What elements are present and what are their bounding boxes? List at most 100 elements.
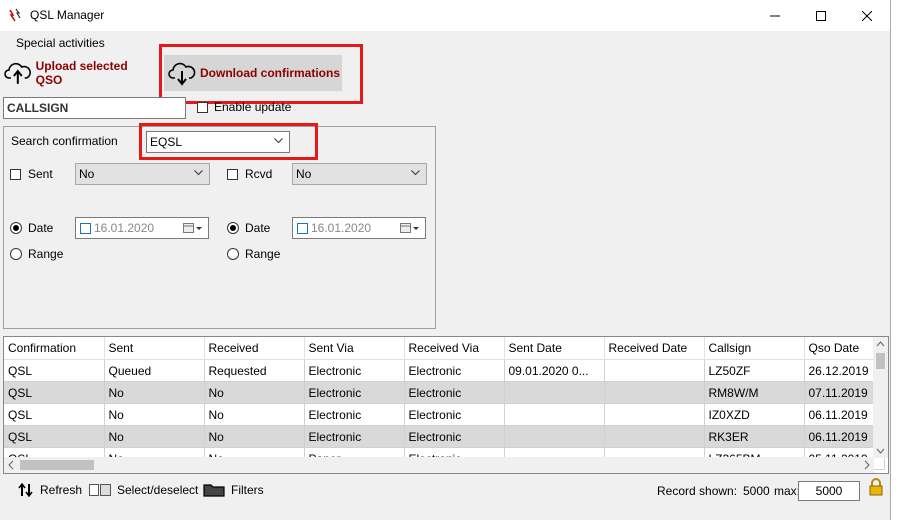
table-cell: LZ50ZF — [704, 359, 805, 382]
table-cell: RM8W/M — [704, 381, 805, 404]
toolbar: Upload selected QSO Download confirmatio… — [0, 53, 890, 93]
table-cell — [604, 381, 705, 404]
date-enable-checkbox-left[interactable] — [80, 223, 91, 234]
refresh-button[interactable]: Refresh — [18, 483, 82, 497]
calendar-icon — [183, 223, 202, 233]
table-cell: Electronic — [404, 359, 505, 382]
table-cell: QSL — [4, 425, 105, 448]
table-cell: Requested — [204, 359, 305, 382]
col-header[interactable]: Sent Date — [504, 337, 605, 360]
table-cell: Electronic — [404, 425, 505, 448]
refresh-icon — [18, 483, 33, 497]
menu-special-activities[interactable]: Special activities — [16, 36, 105, 50]
date-value-right: 16.01.2020 — [311, 221, 372, 235]
col-header[interactable]: Received Via — [404, 337, 505, 360]
table-cell: RK3ER — [704, 425, 805, 448]
search-confirmation-label: Search confirmation — [11, 134, 118, 148]
table-cell: 26.12.2019 — [804, 359, 885, 382]
rcvd-checkbox[interactable] — [227, 169, 238, 180]
cloud-upload-icon — [4, 62, 31, 84]
search-confirmation-select[interactable]: EQSL — [146, 131, 290, 153]
table-row[interactable]: QSL No No Electronic Electronic RK3ER 06… — [4, 425, 885, 448]
table-cell: QSL — [4, 403, 105, 426]
date-picker-right[interactable]: 16.01.2020 — [292, 217, 426, 239]
close-button[interactable] — [844, 0, 890, 31]
horizontal-scroll-thumb[interactable] — [20, 460, 94, 470]
date-enable-checkbox-right[interactable] — [297, 223, 308, 234]
table-row[interactable]: QSL Queued Requested Electronic Electron… — [4, 359, 885, 382]
window-title: QSL Manager — [30, 8, 105, 22]
table-cell: IZ0XZD — [704, 403, 805, 426]
record-shown-value: 5000 — [743, 484, 770, 498]
table-cell: No — [204, 381, 305, 404]
scroll-left-icon — [8, 460, 14, 470]
minimize-icon — [770, 15, 780, 16]
chevron-down-icon — [194, 170, 203, 176]
sent-checkbox[interactable] — [10, 169, 21, 180]
date-radio-right[interactable] — [227, 222, 239, 234]
col-header[interactable]: Qso Date — [804, 337, 885, 360]
upload-selected-qso-button[interactable]: Upload selected QSO — [4, 55, 156, 91]
table-cell: Electronic — [304, 403, 405, 426]
app-icon — [9, 8, 21, 22]
sent-label: Sent — [28, 167, 53, 181]
table-cell — [604, 359, 705, 382]
table-cell: 06.11.2019 — [804, 403, 885, 426]
status-bar: Refresh Select/deselect Filters Record s… — [0, 474, 890, 520]
table-cell: QSL — [4, 381, 105, 404]
callsign-field[interactable]: CALLSIGN — [3, 97, 186, 119]
table-cell: No — [104, 381, 205, 404]
col-header[interactable]: Sent — [104, 337, 205, 360]
table-row[interactable]: QSL No No Electronic Electronic RM8W/M 0… — [4, 381, 885, 404]
table-cell: No — [104, 403, 205, 426]
select-deselect-button[interactable]: Select/deselect — [89, 483, 198, 497]
table-cell — [604, 403, 705, 426]
table-cell: Electronic — [304, 359, 405, 382]
qso-grid: Confirmation Sent Received Sent Via Rece… — [3, 336, 889, 474]
scroll-up-icon — [876, 341, 885, 347]
col-header[interactable]: Callsign — [704, 337, 805, 360]
table-cell: 09.01.2020 0... — [504, 359, 605, 382]
search-confirmation-value: EQSL — [150, 135, 183, 149]
sent-select[interactable]: No — [75, 163, 210, 185]
table-header-row: Confirmation Sent Received Sent Via Rece… — [4, 337, 885, 360]
close-icon — [862, 10, 872, 21]
max-records-input[interactable]: 5000 — [798, 481, 860, 501]
select-icon — [89, 484, 111, 496]
enable-update-checkbox[interactable] — [197, 102, 208, 113]
table-cell: No — [104, 425, 205, 448]
date-label-right: Date — [245, 221, 271, 235]
rcvd-value: No — [296, 167, 312, 181]
date-radio-left[interactable] — [10, 222, 22, 234]
vertical-scrollbar[interactable] — [873, 337, 888, 458]
col-header[interactable]: Received Date — [604, 337, 705, 360]
range-radio-right[interactable] — [227, 248, 239, 260]
table-cell: Electronic — [404, 403, 505, 426]
table-cell: 06.11.2019 — [804, 425, 885, 448]
folder-icon — [203, 484, 225, 497]
horizontal-scrollbar[interactable] — [4, 457, 874, 473]
col-header[interactable]: Received — [204, 337, 305, 360]
filters-label: Filters — [231, 483, 264, 497]
table-row[interactable]: QSL No No Electronic Electronic IZ0XZD 0… — [4, 403, 885, 426]
table-cell: Electronic — [304, 381, 405, 404]
col-header[interactable]: Confirmation — [4, 337, 105, 360]
qsl-manager-window: QSL Manager Special activities Upload se… — [0, 0, 891, 520]
lock-icon[interactable] — [868, 478, 884, 496]
rcvd-select[interactable]: No — [292, 163, 427, 185]
minimize-button[interactable] — [752, 0, 798, 31]
title-bar: QSL Manager — [0, 0, 890, 31]
maximize-button[interactable] — [798, 0, 844, 31]
search-groupbox: Search confirmation EQSL Sent No Rcvd No… — [3, 126, 436, 329]
filters-button[interactable]: Filters — [203, 483, 264, 497]
range-label-right: Range — [245, 247, 281, 261]
table-cell: 07.11.2019 — [804, 381, 885, 404]
vertical-scroll-thumb[interactable] — [876, 353, 885, 369]
date-picker-left[interactable]: 16.01.2020 — [75, 217, 209, 239]
col-header[interactable]: Sent Via — [304, 337, 405, 360]
range-radio-left[interactable] — [10, 248, 22, 260]
download-confirmations-button[interactable]: Download confirmations — [164, 55, 342, 91]
record-shown-label: Record shown: — [657, 484, 738, 498]
table-cell — [604, 425, 705, 448]
chevron-down-icon — [411, 170, 420, 176]
